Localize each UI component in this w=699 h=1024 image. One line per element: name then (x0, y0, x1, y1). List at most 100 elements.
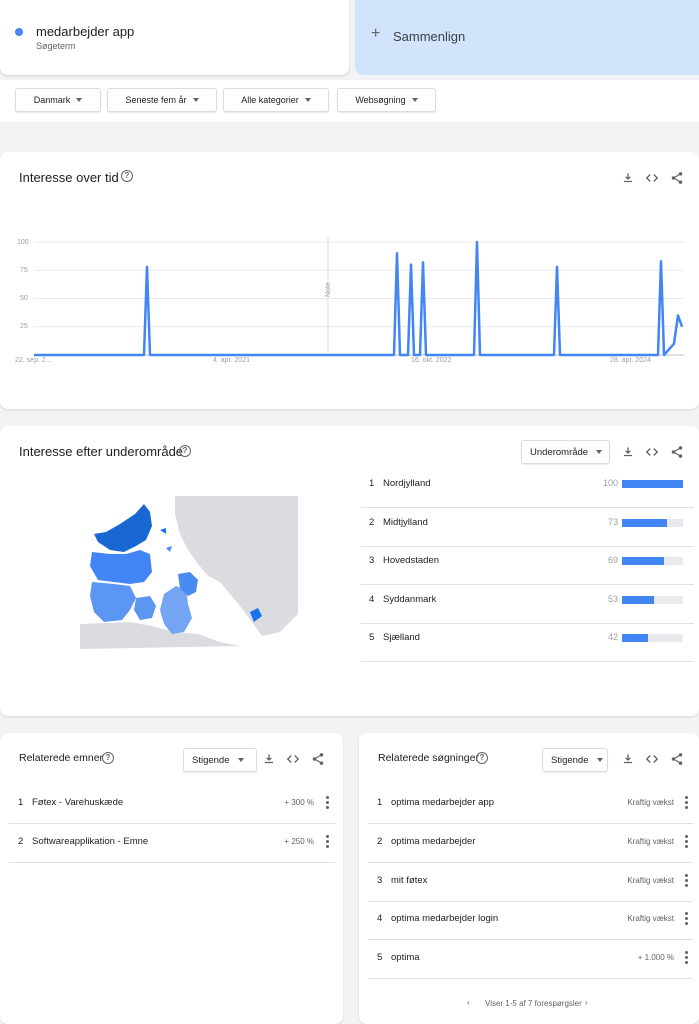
caret-down-icon (304, 98, 311, 102)
item-rank: 2 (377, 836, 383, 847)
region-value: 69 (607, 555, 618, 565)
caret-down-icon (76, 98, 83, 102)
caret-down-icon (596, 450, 603, 454)
help-circle-icon[interactable]: ? (102, 752, 114, 764)
prev-page-icon[interactable]: ‹ (467, 998, 470, 1007)
share-icon[interactable] (670, 752, 684, 766)
compare-label: Sammenlign (393, 29, 466, 44)
list-item[interactable]: 5 optima + 1.000 % (368, 940, 693, 979)
list-item[interactable]: 1 optima medarbejder app Kraftig vækst (368, 785, 693, 824)
region-row[interactable]: 3 Hovedstaden 69 (361, 547, 694, 585)
item-name: mit føtex (391, 875, 428, 886)
filter-time[interactable]: Seneste fem år (107, 88, 217, 112)
download-icon[interactable] (621, 445, 635, 459)
caret-down-icon (596, 758, 603, 762)
region-row[interactable]: 1 Nordjylland 100 (361, 470, 694, 508)
region-name: Midtjylland (383, 517, 428, 528)
next-page-icon[interactable]: › (585, 998, 588, 1007)
item-value: + 300 % (284, 798, 314, 807)
more-vert-icon[interactable] (685, 835, 689, 849)
filter-region-label: Danmark (33, 95, 71, 105)
filter-region[interactable]: Danmark (15, 88, 101, 112)
embed-code-icon[interactable] (645, 171, 659, 185)
item-name: optima medarbejder login (391, 913, 499, 924)
more-vert-icon[interactable] (685, 874, 689, 888)
region-bar-fill (622, 557, 665, 565)
filter-time-label: Seneste fem år (125, 95, 187, 105)
subregion-card: Interesse efter underområde ? Underområd… (0, 426, 699, 716)
region-rank: 3 (369, 555, 375, 566)
region-row[interactable]: 4 Syddanmark 53 (361, 586, 694, 624)
item-rank: 2 (18, 836, 24, 847)
region-bar-track (622, 519, 683, 527)
more-vert-icon[interactable] (326, 796, 330, 810)
share-icon[interactable] (670, 445, 684, 459)
share-icon[interactable] (311, 752, 325, 766)
compare-button[interactable]: + Sammenlign (355, 0, 699, 75)
region-bar-fill (622, 596, 655, 604)
map-sweden (175, 496, 298, 636)
map-region-nordjylland (94, 504, 152, 552)
term-type: Søgeterm (36, 41, 76, 51)
region-value: 53 (607, 594, 618, 604)
region-bar-fill (622, 519, 667, 527)
interest-line-chart[interactable] (34, 237, 684, 357)
map-region-midtjylland (90, 550, 152, 584)
term-color-dot (15, 28, 23, 36)
embed-code-icon[interactable] (286, 752, 300, 766)
filter-search-type[interactable]: Websøgning (337, 88, 436, 112)
caret-down-icon (192, 98, 199, 102)
dropdown-label: Stigende (551, 754, 589, 766)
search-term-card[interactable]: medarbejder app Søgeterm (0, 0, 349, 75)
download-icon[interactable] (621, 171, 635, 185)
list-item[interactable]: 4 optima medarbejder login Kraftig vækst (368, 901, 693, 940)
item-rank: 5 (377, 952, 383, 963)
card-title: Interesse over tid (19, 170, 119, 185)
more-vert-icon[interactable] (326, 835, 330, 849)
x-tick-label: 16. okt. 2022 (411, 357, 452, 364)
help-circle-icon[interactable]: ? (121, 170, 133, 182)
download-icon[interactable] (621, 752, 635, 766)
item-name: optima medarbejder (391, 836, 476, 847)
list-item[interactable]: 3 mit føtex Kraftig vækst (368, 863, 693, 902)
item-rank: 1 (377, 797, 383, 808)
more-vert-icon[interactable] (685, 951, 689, 965)
region-rank: 2 (369, 517, 375, 528)
embed-code-icon[interactable] (645, 752, 659, 766)
item-rank: 1 (18, 797, 24, 808)
region-name: Nordjylland (383, 478, 431, 489)
related-queries-dropdown[interactable]: Stigende (542, 748, 608, 772)
filter-search-type-label: Websøgning (355, 95, 406, 105)
download-icon[interactable] (262, 752, 276, 766)
list-item[interactable]: 2 Softwareapplikation - Emne + 250 % (9, 824, 335, 863)
region-bar-track (622, 480, 683, 488)
region-value: 42 (607, 632, 618, 642)
region-row[interactable]: 5 Sjælland 42 (361, 624, 694, 662)
region-rank: 1 (369, 478, 375, 489)
related-topics-dropdown[interactable]: Stigende (183, 748, 257, 772)
embed-code-icon[interactable] (645, 445, 659, 459)
region-bar-track (622, 596, 683, 604)
filter-category[interactable]: Alle kategorier (223, 88, 329, 112)
region-row[interactable]: 2 Midtjylland 73 (361, 509, 694, 547)
region-rank: 5 (369, 632, 375, 643)
y-tick-label: 100 (17, 239, 29, 246)
subregion-dropdown[interactable]: Underområde (521, 440, 610, 464)
filter-bar: Danmark Seneste fem år Alle kategorier W… (0, 80, 699, 122)
note-label[interactable]: Note (325, 282, 332, 297)
related-queries-card: Relaterede søgninger ? Stigende 1 optima… (359, 733, 699, 1024)
region-bar-track (622, 557, 683, 565)
share-icon[interactable] (670, 171, 684, 185)
help-circle-icon[interactable]: ? (179, 445, 191, 457)
more-vert-icon[interactable] (685, 796, 689, 810)
denmark-map[interactable] (80, 494, 300, 649)
list-item[interactable]: 2 optima medarbejder Kraftig vækst (368, 824, 693, 863)
card-title: Relaterede emner (19, 752, 104, 764)
help-circle-icon[interactable]: ? (476, 752, 488, 764)
more-vert-icon[interactable] (685, 912, 689, 926)
item-value: + 250 % (284, 837, 314, 846)
map-island-anholt (166, 546, 172, 552)
list-item[interactable]: 1 Føtex - Varehuskæde + 300 % (9, 785, 335, 824)
item-value: + 1.000 % (637, 953, 674, 962)
y-tick-label: 50 (20, 295, 28, 302)
